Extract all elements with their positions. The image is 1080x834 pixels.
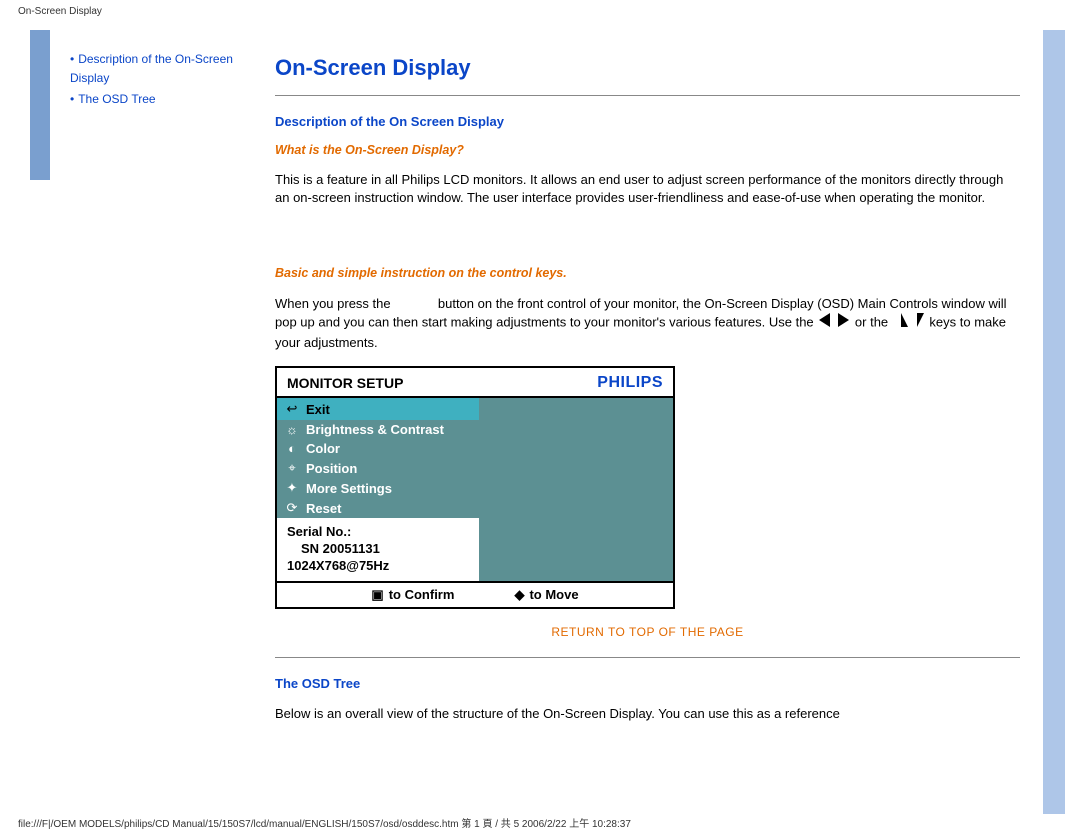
osd-item-label: Brightness & Contrast bbox=[306, 422, 444, 437]
section-heading-osd-tree: The OSD Tree bbox=[275, 676, 1020, 691]
osd-item-label: More Settings bbox=[306, 481, 392, 496]
brand-logo: PHILIPS bbox=[597, 374, 663, 392]
text-fragment: When you press the bbox=[275, 296, 391, 311]
osd-header: MONITOR SETUP PHILIPS bbox=[277, 368, 673, 398]
osd-serial-value: SN 20051131 bbox=[287, 541, 469, 558]
osd-item-position: ⌖ Position bbox=[277, 458, 479, 478]
osd-header-title: MONITOR SETUP bbox=[287, 375, 403, 391]
right-accent-bar bbox=[1043, 30, 1065, 814]
paragraph-osd-tree-intro: Below is an overall view of the structur… bbox=[275, 705, 1020, 723]
osd-info-box: Serial No.: SN 20051131 1024X768@75Hz bbox=[277, 518, 479, 581]
sidebar-item-description[interactable]: •Description of the On-Screen Display bbox=[70, 50, 265, 88]
arrow-up-down-icon bbox=[894, 312, 924, 333]
osd-menu-list: ↩ Exit ☼ Brightness & Contrast ◐ Color ⌖… bbox=[277, 398, 479, 581]
sidebar-nav: •Description of the On-Screen Display •T… bbox=[70, 50, 265, 112]
osd-right-pane bbox=[479, 398, 673, 581]
osd-footer-confirm-label: to Confirm bbox=[389, 587, 455, 602]
osd-item-label: Position bbox=[306, 461, 357, 476]
osd-item-brightness: ☼ Brightness & Contrast bbox=[277, 420, 479, 439]
left-accent-bar bbox=[30, 30, 50, 180]
breadcrumb: On-Screen Display bbox=[18, 6, 102, 17]
section-heading-description: Description of the On Screen Display bbox=[275, 114, 1020, 129]
page-title: On-Screen Display bbox=[275, 55, 1020, 81]
osd-footer-confirm: ▣ to Confirm bbox=[371, 587, 454, 603]
sub-heading-instructions: Basic and simple instruction on the cont… bbox=[275, 266, 1020, 280]
page-container: •Description of the On-Screen Display •T… bbox=[30, 30, 1080, 814]
divider bbox=[275, 95, 1020, 96]
osd-footer-move-label: to Move bbox=[529, 587, 578, 602]
move-icon: ◆ bbox=[514, 587, 524, 603]
return-to-top-link[interactable]: RETURN TO TOP OF THE PAGE bbox=[275, 625, 1020, 639]
main-content: On-Screen Display Description of the On … bbox=[275, 30, 1030, 814]
osd-item-color: ◐ Color bbox=[277, 439, 479, 458]
osd-serial-label: Serial No.: bbox=[287, 524, 469, 541]
osd-item-label: Exit bbox=[306, 402, 330, 417]
arrow-left-right-icon bbox=[819, 312, 849, 333]
osd-item-label: Color bbox=[306, 441, 340, 456]
footer-file-path: file:///F|/OEM MODELS/philips/CD Manual/… bbox=[18, 815, 631, 830]
sub-heading-what-is: What is the On-Screen Display? bbox=[275, 143, 1020, 157]
sidebar-item-osd-tree[interactable]: • The OSD Tree bbox=[70, 90, 265, 109]
sidebar-link-osd-tree[interactable]: The OSD Tree bbox=[78, 92, 155, 106]
osd-item-label: Reset bbox=[306, 501, 341, 516]
osd-footer: ▣ to Confirm ◆ to Move bbox=[277, 581, 673, 607]
osd-resolution: 1024X768@75Hz bbox=[287, 558, 469, 575]
settings-icon: ✦ bbox=[285, 480, 299, 496]
osd-footer-move: ◆ to Move bbox=[514, 587, 578, 603]
osd-panel: MONITOR SETUP PHILIPS ↩ Exit ☼ Brightnes… bbox=[275, 366, 675, 609]
osd-body: ↩ Exit ☼ Brightness & Contrast ◐ Color ⌖… bbox=[277, 398, 673, 581]
confirm-icon: ▣ bbox=[371, 587, 383, 603]
exit-icon: ↩ bbox=[285, 401, 299, 417]
color-icon: ◐ bbox=[285, 441, 299, 456]
osd-item-more-settings: ✦ More Settings bbox=[277, 478, 479, 498]
brightness-icon: ☼ bbox=[285, 422, 299, 437]
paragraph-intro: This is a feature in all Philips LCD mon… bbox=[275, 171, 1020, 206]
osd-item-exit: ↩ Exit bbox=[277, 398, 479, 420]
bullet-icon: • bbox=[70, 52, 74, 66]
reset-icon: ⟳ bbox=[285, 500, 299, 516]
osd-item-reset: ⟳ Reset bbox=[277, 498, 479, 518]
position-icon: ⌖ bbox=[285, 460, 299, 476]
sidebar-link-description[interactable]: Description of the On-Screen Display bbox=[70, 52, 233, 85]
paragraph-instructions: When you press the button on the front c… bbox=[275, 294, 1020, 351]
bullet-icon: • bbox=[70, 92, 74, 106]
text-fragment: or the bbox=[855, 315, 888, 330]
divider bbox=[275, 657, 1020, 658]
